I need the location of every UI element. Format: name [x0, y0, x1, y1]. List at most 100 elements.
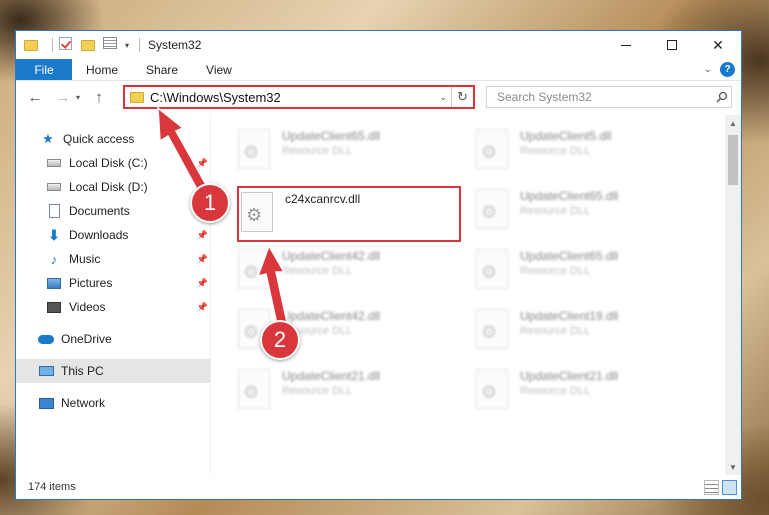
file-type: Resource DLL: [520, 145, 591, 157]
chevron-down-icon[interactable]: ▾: [125, 41, 129, 50]
pin-icon: 📌: [196, 301, 208, 312]
drive-icon: [46, 155, 62, 171]
dll-file-icon: [238, 369, 270, 409]
view-toggles: [704, 480, 737, 495]
network-icon: [38, 395, 54, 411]
forward-arrow-icon[interactable]: →: [54, 89, 72, 106]
back-arrow-icon[interactable]: ←: [26, 89, 44, 106]
tab-share[interactable]: Share: [132, 59, 192, 80]
properties-icon[interactable]: [103, 37, 119, 53]
scroll-up-icon[interactable]: ▲: [725, 115, 741, 131]
videos-icon: [46, 299, 62, 315]
scroll-down-icon[interactable]: ▼: [725, 459, 741, 475]
search-placeholder: Search System32: [497, 90, 592, 104]
file-type: Resource DLL: [520, 265, 591, 277]
sidebar-item-label: Music: [69, 252, 101, 266]
file-item[interactable]: UpdateClient19.dll Resource DLL: [476, 305, 704, 361]
content-area: ★ Quick access Local Disk (C:) 📌 Local D…: [16, 115, 741, 475]
sidebar-item-pictures[interactable]: Pictures 📌: [16, 271, 210, 295]
sidebar-item-label: This PC: [61, 364, 104, 378]
sidebar-item-music[interactable]: ♪ Music 📌: [16, 247, 210, 271]
file-name: UpdateClient65.dll: [520, 249, 619, 263]
dll-file-icon: [238, 249, 270, 289]
address-path[interactable]: C:\Windows\System32: [150, 90, 439, 105]
documents-icon: [46, 203, 62, 219]
maximize-button[interactable]: [649, 31, 695, 59]
expand-ribbon-icon[interactable]: ⌄: [704, 64, 712, 75]
file-type: Resource DLL: [282, 385, 353, 397]
folder-icon[interactable]: [24, 37, 40, 53]
sidebar-item-network[interactable]: Network: [16, 391, 210, 415]
file-type: Resource DLL: [520, 205, 591, 217]
sidebar-item-label: Local Disk (D:): [69, 180, 148, 194]
file-name: UpdateClient5.dll: [520, 129, 612, 143]
sidebar-item-label: Pictures: [69, 276, 113, 290]
close-button[interactable]: ✕: [695, 31, 741, 59]
chevron-down-icon[interactable]: ⌄: [439, 92, 447, 103]
scroll-thumb[interactable]: [728, 135, 738, 185]
ribbon: File Home Share View ⌄ ?: [16, 59, 741, 81]
file-item[interactable]: UpdateClient42.dll Resource DLL: [238, 245, 466, 301]
close-icon: ✕: [712, 36, 724, 53]
status-bar: 174 items: [16, 475, 741, 499]
large-icons-view-icon[interactable]: [722, 480, 737, 495]
pin-icon: 📌: [196, 277, 208, 288]
sidebar-item-label: Local Disk (C:): [69, 156, 148, 170]
dll-file-icon: [476, 189, 508, 229]
details-view-icon[interactable]: [704, 480, 719, 495]
pin-icon: 📌: [196, 229, 208, 240]
sidebar-item-local-disk-d[interactable]: Local Disk (D:): [16, 175, 210, 199]
dll-file-icon: [476, 249, 508, 289]
highlighted-file-item[interactable]: c24xcanrcv.dll: [237, 186, 461, 242]
file-item[interactable]: UpdateClient65.dll Resource DLL: [476, 245, 704, 301]
file-name: UpdateClient19.dll: [520, 309, 619, 323]
minimize-button[interactable]: [603, 31, 649, 59]
address-bar[interactable]: C:\Windows\System32 ⌄ ↻: [123, 85, 475, 109]
search-input[interactable]: Search System32: [486, 86, 732, 108]
tab-file[interactable]: File: [16, 59, 72, 80]
file-item[interactable]: UpdateClient65.dll Resource DLL: [238, 125, 466, 181]
sidebar-item-label: Documents: [69, 204, 130, 218]
pin-icon: 📌: [196, 253, 208, 264]
sidebar-item-onedrive[interactable]: OneDrive: [16, 327, 210, 351]
tab-view[interactable]: View: [192, 59, 246, 80]
sidebar-item-videos[interactable]: Videos 📌: [16, 295, 210, 319]
computer-icon: [38, 363, 54, 379]
music-note-icon: ♪: [50, 251, 58, 267]
navigation-pane: ★ Quick access Local Disk (C:) 📌 Local D…: [16, 115, 210, 475]
new-folder-icon[interactable]: [81, 37, 97, 53]
file-type: Resource DLL: [520, 325, 591, 337]
recent-locations-icon[interactable]: ▾: [76, 93, 80, 102]
sidebar-item-local-disk-c[interactable]: Local Disk (C:) 📌: [16, 151, 210, 175]
file-item[interactable]: UpdateClient65.dll Resource DLL: [476, 185, 704, 241]
sidebar-item-downloads[interactable]: ⬇ Downloads 📌: [16, 223, 210, 247]
navigation-bar: ← → ▾ ↑ C:\Windows\System32 ⌄ ↻ Search S…: [16, 81, 741, 113]
checkmark-icon[interactable]: [59, 37, 75, 53]
file-item[interactable]: UpdateClient21.dll Resource DLL: [238, 365, 466, 421]
download-arrow-icon: ⬇: [48, 226, 60, 243]
sidebar-item-label: Quick access: [63, 132, 135, 146]
sidebar-item-quick-access[interactable]: ★ Quick access: [16, 127, 210, 151]
file-item[interactable]: UpdateClient5.dll Resource DLL: [476, 125, 704, 181]
file-explorer-window: ▾ System32 ✕ File Home Share View ⌄ ? ← …: [15, 30, 742, 500]
window-controls: ✕: [603, 31, 741, 59]
item-count: 174 items: [28, 481, 76, 493]
pane-divider[interactable]: [210, 115, 211, 475]
refresh-icon[interactable]: ↻: [451, 87, 473, 107]
step-2-badge: 2: [260, 320, 300, 360]
help-icon[interactable]: ?: [720, 62, 735, 77]
file-item[interactable]: UpdateClient21.dll Resource DLL: [476, 365, 704, 421]
minimize-icon: [621, 44, 631, 46]
file-item-c24xcanrcv[interactable]: c24xcanrcv.dll: [241, 188, 469, 244]
divider: [139, 38, 141, 52]
sidebar-item-documents[interactable]: Documents: [16, 199, 210, 223]
search-icon[interactable]: [713, 91, 731, 103]
file-type: Resource DLL: [520, 385, 591, 397]
dll-file-icon: [238, 129, 270, 169]
sidebar-item-this-pc[interactable]: This PC: [16, 359, 210, 383]
tab-home[interactable]: Home: [72, 59, 132, 80]
vertical-scrollbar[interactable]: ▲ ▼: [725, 115, 741, 475]
up-arrow-icon[interactable]: ↑: [90, 89, 108, 106]
dll-file-icon: [476, 369, 508, 409]
file-list: UpdateClient65.dll Resource DLL UpdateCli…: [222, 115, 725, 475]
